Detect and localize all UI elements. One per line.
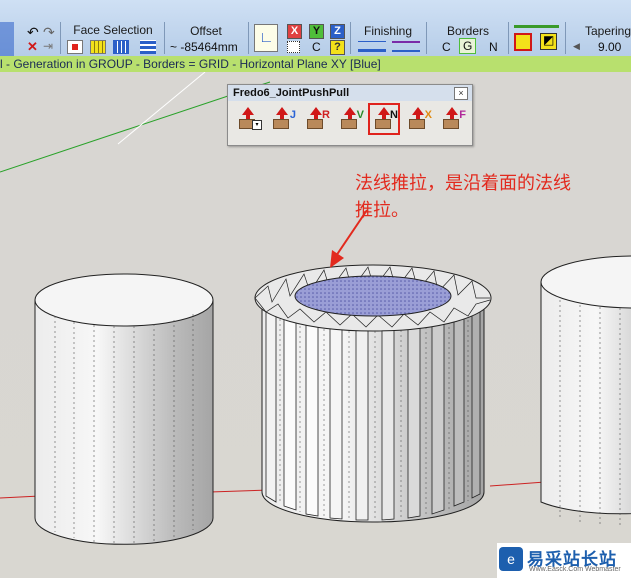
tapering-left-arrow-icon[interactable]: ◀ <box>573 41 580 52</box>
red-axis-line-right <box>489 481 546 487</box>
pushpull-extrude-tool[interactable]: X <box>406 107 432 131</box>
left-cylinder <box>34 273 214 545</box>
finishing-bevel-icon[interactable] <box>392 41 420 52</box>
tool-letter-j: J <box>289 109 296 121</box>
watermark-logo-icon: e <box>499 547 523 571</box>
borders-label: Borders <box>446 24 490 38</box>
right-cylinder <box>540 255 631 528</box>
redo-arrow-icon[interactable]: ⇥ <box>43 39 53 53</box>
tapering-label: Tapering <box>585 24 631 38</box>
pushpull-follow-tool[interactable]: F <box>440 107 466 131</box>
annotation-text: 法线推拉，是沿着面的法线 推拉。 <box>355 170 625 224</box>
toolbar-left-strip <box>0 22 14 56</box>
face-select-grid-yellow-icon[interactable] <box>90 40 106 54</box>
borders-g-option[interactable]: G <box>459 38 477 54</box>
dropdown-icon[interactable]: ▾ <box>252 120 262 130</box>
plane-axis-icon[interactable]: ∟ <box>254 24 278 52</box>
palette-close-button[interactable]: × <box>454 87 468 100</box>
axis-x-button[interactable]: X <box>287 24 302 39</box>
pushpull-normal-tool[interactable]: N <box>368 103 400 135</box>
borders-n-option[interactable]: N <box>489 40 498 54</box>
scene-svg <box>0 72 631 545</box>
face-select-grid-blue-icon[interactable] <box>113 40 129 54</box>
palette-title[interactable]: Fredo6_JointPushPull <box>228 85 472 101</box>
model-viewport[interactable] <box>0 72 631 578</box>
red-axis-line-left <box>0 495 41 499</box>
wire-cube-icon[interactable] <box>514 33 532 51</box>
tool-letter-n: N <box>390 109 398 121</box>
green-indicator <box>514 25 559 28</box>
tool-letter-f: F <box>459 109 466 121</box>
pushpull-main-tool[interactable]: ▾ <box>236 107 262 131</box>
pushpull-vector-tool[interactable]: V <box>338 107 364 131</box>
borders-c-option[interactable]: C <box>442 40 451 54</box>
c-toggle[interactable]: C <box>312 40 321 54</box>
face-cube-icon[interactable]: ◩ <box>540 33 557 50</box>
center-pushpull-cylinder <box>254 264 492 523</box>
dotted-square-icon[interactable] <box>287 41 300 53</box>
annotation-line-2: 推拉。 <box>355 200 409 220</box>
pushpull-round-tool[interactable]: R <box>304 107 330 131</box>
axis-y-button[interactable]: Y <box>309 24 324 39</box>
axis-z-button[interactable]: Z <box>330 24 345 39</box>
watermark-subtext: Www.Easck.Com Webmaster <box>529 566 621 573</box>
face-select-single-icon[interactable] <box>67 40 83 54</box>
joint-pushpull-palette[interactable]: Fredo6_JointPushPull × ▾ J R V N X F <box>227 84 473 146</box>
pushpull-joint-tool[interactable]: J <box>270 107 296 131</box>
offset-value[interactable]: ~ -85464mm <box>170 40 238 54</box>
selected-top-face <box>294 275 452 317</box>
watermark: e 易采站长站 Www.Easck.Com Webmaster <box>497 543 631 578</box>
green-axis-line <box>0 95 229 173</box>
annotation-line-1: 法线推拉，是沿着面的法线 <box>355 173 571 193</box>
tapering-value[interactable]: 9.00 <box>598 40 621 54</box>
finishing-label: Finishing <box>363 24 413 38</box>
status-bar: l - Generation in GROUP - Borders = GRID… <box>0 56 631 72</box>
top-toolbar: ↶ ↷ ✕ ⇥ Face Selection Offset ~ -85464mm… <box>0 0 631 57</box>
offset-label: Offset <box>190 24 222 38</box>
tool-letter-r: R <box>322 109 330 121</box>
tool-letter-x: X <box>424 109 432 121</box>
red-axis-line-mid <box>209 489 271 493</box>
tool-letter-v: V <box>356 109 364 121</box>
cancel-icon[interactable]: ✕ <box>27 39 38 55</box>
finishing-flat-icon[interactable] <box>358 41 386 52</box>
help-button[interactable]: ? <box>330 40 345 55</box>
face-select-stack-icon[interactable] <box>140 40 156 54</box>
face-selection-label: Face Selection <box>73 23 153 37</box>
